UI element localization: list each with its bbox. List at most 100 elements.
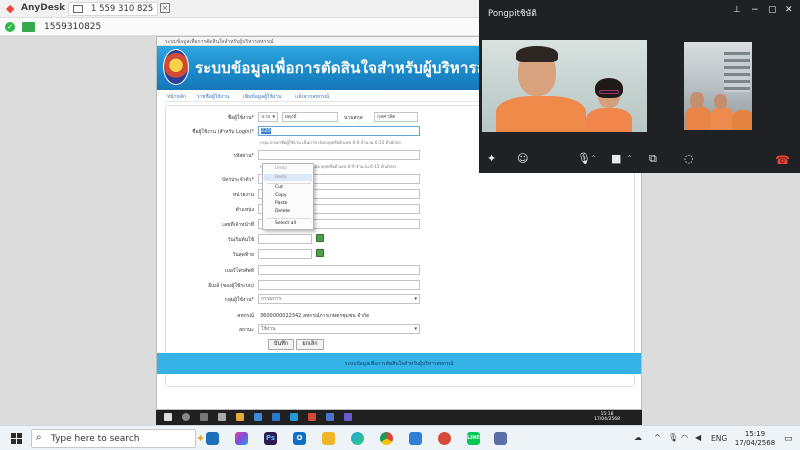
- password-input[interactable]: [258, 150, 420, 160]
- email-input[interactable]: [258, 280, 420, 290]
- chevron-up-icon[interactable]: ^: [627, 155, 632, 162]
- context-separator: [267, 218, 311, 219]
- expire-date-input[interactable]: [258, 249, 312, 259]
- status-select[interactable]: ใช้งาน ▾: [258, 324, 420, 334]
- participant-video: [732, 110, 752, 130]
- wifi-icon[interactable]: ◠: [681, 432, 688, 444]
- chevron-up-icon[interactable]: ^: [654, 432, 661, 444]
- calendar-icon[interactable]: [316, 249, 324, 257]
- breadcrumb-user-list[interactable]: รายชื่อผู้ใช้งาน: [197, 93, 229, 101]
- login-input[interactable]: 220: [258, 126, 420, 136]
- firstname-input[interactable]: ผดุงธ์: [282, 112, 338, 122]
- email-label: อีเมล์ (ของผู้ใช้ระบบ): [208, 283, 254, 289]
- calendar-icon[interactable]: [316, 234, 324, 242]
- row-expire-date: วันสุดท้าย: [166, 249, 634, 261]
- coop-value: 3600000022342 สหกรณ์การเกษตรชุมชน จำกัด: [260, 313, 370, 319]
- context-undo[interactable]: Undo: [275, 166, 287, 171]
- breadcrumb-add-user[interactable]: เพิ่มข้อมูลผู้ใช้งาน: [243, 93, 282, 101]
- anydesk-logo-icon: ◆: [6, 2, 15, 15]
- outlook-icon[interactable]: O: [293, 432, 306, 445]
- remote-app-icon[interactable]: [272, 413, 280, 421]
- row-coop: สหกรณ์ 3600000022342 สหกรณ์การเกษตรชุมชน…: [166, 310, 634, 322]
- meet-app-icon[interactable]: [409, 432, 422, 445]
- photoshop-icon[interactable]: Ps: [264, 432, 277, 445]
- pin-icon[interactable]: ⊥: [733, 5, 741, 15]
- cancel-button[interactable]: ยกเลิก: [296, 339, 324, 350]
- save-button[interactable]: บันทึก: [268, 339, 294, 350]
- microphone-icon[interactable]: 🎙: [668, 432, 678, 444]
- remote-chrome-icon[interactable]: [308, 413, 316, 421]
- context-delete[interactable]: Delete: [275, 209, 290, 214]
- group-select[interactable]: กรรมการ ▾: [258, 294, 420, 304]
- emoji-reaction-icon[interactable]: ☺: [517, 153, 528, 165]
- row-agency: หน่วยงาน: [166, 189, 634, 201]
- phone-label: เบอร์โทรศัพท์: [224, 268, 254, 274]
- windows-taskbar: ⌕ Type here to search ✦ Ps O LINE ☁ ^ 🎙 …: [0, 425, 800, 450]
- chat-icon[interactable]: ◌: [684, 153, 694, 165]
- breadcrumb-home[interactable]: หน้าหลัก: [167, 93, 186, 101]
- windows-start-icon[interactable]: [11, 433, 22, 444]
- anydesk-taskbar-icon[interactable]: [438, 432, 451, 445]
- search-input[interactable]: Type here to search: [51, 434, 139, 444]
- taskbar-search[interactable]: ⌕ Type here to search ✦: [31, 429, 205, 448]
- line-icon[interactable]: LINE: [467, 432, 480, 445]
- call-controls: ✦ ☺ 🎙 ^ ■ ^ ⧉ ◌ ☎: [479, 146, 800, 172]
- self-video-tile[interactable]: [684, 42, 752, 130]
- phone-input[interactable]: [258, 265, 420, 275]
- close-icon[interactable]: ✕: [785, 5, 793, 15]
- close-tab-icon[interactable]: ×: [160, 3, 170, 13]
- participant-video: [496, 96, 586, 132]
- microphone-icon[interactable]: 🎙: [577, 153, 591, 165]
- clock-date: 17/04/2568: [734, 438, 776, 447]
- input-language[interactable]: ENG: [711, 434, 727, 443]
- video-call-header: Pongpitชิษัติ ⊥ − ▢ ✕: [479, 0, 800, 22]
- volume-icon[interactable]: ◀: [695, 432, 701, 444]
- remote-app-icon[interactable]: [218, 413, 226, 421]
- breadcrumb-coop[interactable]: แจ้งจากสหกรณ์: [295, 93, 329, 101]
- effects-sparkle-icon[interactable]: ✦: [487, 153, 496, 165]
- remote-task-view-icon[interactable]: [200, 413, 208, 421]
- notification-icon[interactable]: ▭: [784, 434, 793, 444]
- context-cut[interactable]: Cut: [275, 185, 283, 190]
- end-call-icon[interactable]: ☎: [775, 153, 790, 167]
- remote-app-icon[interactable]: [254, 413, 262, 421]
- remote-monitor-icon[interactable]: [22, 22, 35, 32]
- system-clock[interactable]: 15:19 17/04/2568: [733, 430, 777, 447]
- context-copy[interactable]: Copy: [275, 193, 287, 198]
- remote-edge-icon[interactable]: [290, 413, 298, 421]
- context-select-all[interactable]: Select all: [275, 221, 296, 226]
- cooperative-seal-logo: [163, 49, 189, 85]
- chevron-down-icon: ▾: [414, 296, 417, 302]
- file-explorer-icon[interactable]: [322, 432, 335, 445]
- main-video-tile[interactable]: [482, 40, 647, 132]
- password-label: รหัสผ่าน*: [233, 153, 254, 159]
- start-date-input[interactable]: [258, 234, 312, 244]
- context-redo[interactable]: Redo: [275, 175, 287, 180]
- remote-window-title: ระบบข้อมูลเพื่อการตัดสินใจสำหรับผู้บริหา…: [165, 39, 274, 45]
- remote-folder-icon[interactable]: [236, 413, 244, 421]
- remote-search-icon[interactable]: [182, 413, 190, 421]
- participant-video: [690, 92, 704, 108]
- camera-icon[interactable]: ■: [611, 153, 621, 165]
- app-icon[interactable]: [494, 432, 507, 445]
- name-label: ชื่อผู้ใช้งาน*: [227, 115, 254, 121]
- copilot-sparkle-icon[interactable]: ✦: [196, 432, 205, 445]
- remote-start-icon[interactable]: [164, 413, 172, 421]
- weather-icon[interactable]: ☁: [634, 432, 642, 444]
- context-paste[interactable]: Paste: [275, 201, 287, 206]
- restore-icon[interactable]: ▢: [768, 5, 777, 15]
- task-view-icon[interactable]: [206, 432, 219, 445]
- present-screen-icon[interactable]: ⧉: [649, 153, 657, 165]
- chrome-icon[interactable]: [380, 432, 393, 445]
- connected-check-icon: ✓: [5, 22, 15, 32]
- remote-address[interactable]: 1559310825: [44, 22, 101, 32]
- prefix-select[interactable]: นาย ▾: [258, 112, 278, 122]
- edge-icon[interactable]: [351, 432, 364, 445]
- remote-app-icon[interactable]: [344, 413, 352, 421]
- remote-app-icon[interactable]: [326, 413, 334, 421]
- copilot-icon[interactable]: [235, 432, 248, 445]
- lastname-input[interactable]: กุลศาลิต: [374, 112, 418, 122]
- minimize-icon[interactable]: −: [751, 5, 759, 15]
- chevron-up-icon[interactable]: ^: [591, 155, 596, 162]
- anydesk-session-tab[interactable]: 1 559 310 825: [68, 2, 158, 16]
